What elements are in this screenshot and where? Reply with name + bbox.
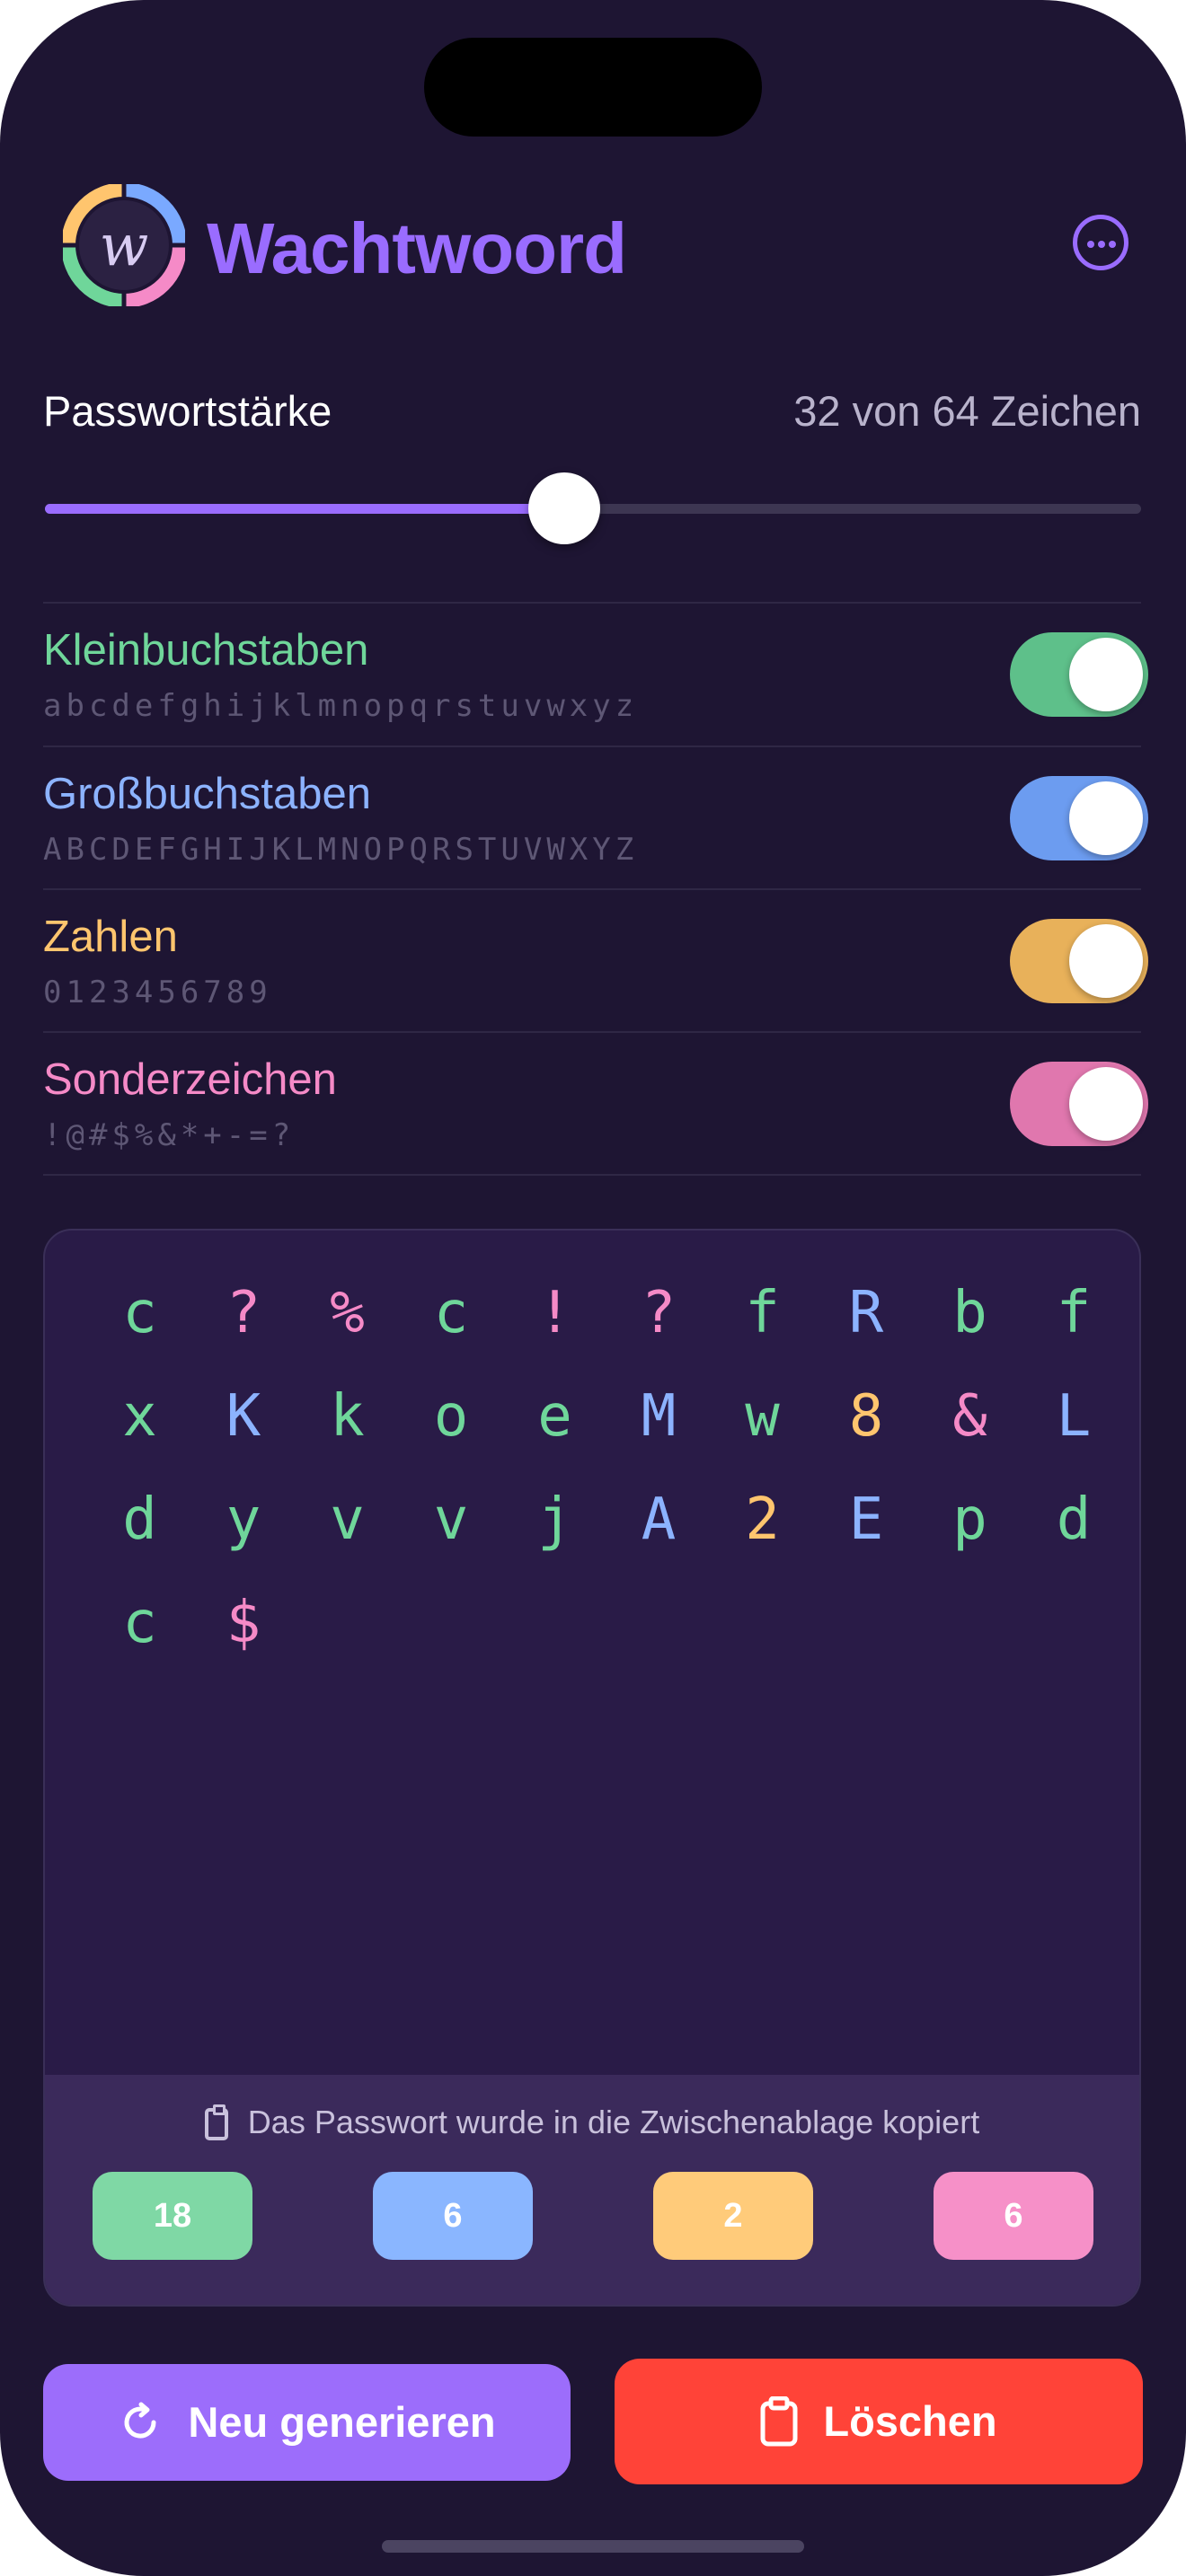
count-badge-uppercase: 6 (373, 2172, 533, 2260)
password-display[interactable]: c?% c!? f Rb f x Kk o e Mw 8 & Ld y v v j A 2 Ep d c $ Das Pas… (43, 1229, 1141, 2307)
numbers-toggle[interactable] (1010, 919, 1148, 1003)
more-dot-icon (1098, 241, 1105, 248)
slider-fill (45, 504, 565, 514)
count-badge-symbols: 6 (934, 2172, 1093, 2260)
option-chars: 0123456789 (43, 975, 272, 1010)
divider (43, 1174, 1141, 1176)
password-char: ? (641, 1280, 677, 1346)
option-symbols: Sonderzeichen !@#$%&*+-=? (43, 1033, 1148, 1175)
password-char: d (1056, 1486, 1092, 1553)
uppercase-toggle[interactable] (1010, 776, 1148, 860)
password-char: ! (537, 1280, 572, 1346)
delete-label: Löschen (823, 2397, 997, 2445)
copied-text: Das Passwort wurde in die Zwischenablage… (247, 2104, 980, 2140)
count-badge-lowercase: 18 (93, 2172, 252, 2260)
toggle-knob (1069, 924, 1143, 998)
option-lowercase: Kleinbuchstaben abcdefghijklmnopqrstuvwx… (43, 604, 1148, 745)
slider-thumb[interactable] (528, 472, 601, 544)
option-title: Großbuchstaben (43, 770, 371, 818)
refresh-icon (124, 2402, 156, 2439)
password-char: x (122, 1383, 157, 1450)
header: w Wachtwoord (63, 184, 1141, 310)
count-badge-numbers: 2 (653, 2172, 813, 2260)
password-char: p (952, 1486, 987, 1553)
password-char: j (537, 1486, 572, 1553)
more-dot-icon (1087, 241, 1094, 248)
password-char: & (952, 1383, 987, 1450)
option-chars: abcdefghijklmnopqrstuvwxyz (43, 688, 639, 724)
password-char: e (537, 1383, 572, 1450)
password-char: $ (226, 1590, 261, 1656)
dynamic-island (424, 38, 762, 137)
password-char: o (433, 1383, 469, 1450)
password-char: K (226, 1383, 261, 1450)
option-title: Kleinbuchstaben (43, 626, 369, 675)
password-char: L (1056, 1383, 1092, 1450)
lowercase-toggle[interactable] (1010, 632, 1148, 717)
strength-value: 32 von 64 Zeichen (793, 387, 1141, 435)
app-screen: w Wachtwoord Passwortstärke 32 von 64 Ze… (0, 0, 1186, 2576)
svg-text:w: w (100, 213, 149, 279)
strength-label: Passwortstärke (43, 387, 332, 435)
option-uppercase: Großbuchstaben ABCDEFGHIJKLMNOPQRSTUVWXY… (43, 747, 1148, 889)
toggle-knob (1069, 781, 1143, 855)
regenerate-button[interactable]: Neu generieren (43, 2364, 571, 2481)
clipboard-icon (204, 2104, 228, 2140)
option-chars: ABCDEFGHIJKLMNOPQRSTUVWXYZ (43, 832, 639, 868)
more-dot-icon (1109, 241, 1116, 248)
clipboard-icon (760, 2395, 798, 2447)
option-chars: !@#$%&*+-=? (43, 1117, 296, 1153)
password-char: y (226, 1486, 261, 1553)
password-char: A (641, 1486, 677, 1553)
delete-button[interactable]: Löschen (615, 2359, 1143, 2484)
password-char: v (330, 1486, 365, 1553)
password-footer: Das Passwort wurde in die Zwischenablage… (45, 2075, 1139, 2305)
password-char: c (122, 1590, 157, 1656)
option-numbers: Zahlen 0123456789 (43, 890, 1148, 1032)
regenerate-label: Neu generieren (188, 2398, 496, 2446)
password-char: f (1056, 1280, 1092, 1346)
password-char: c (122, 1280, 157, 1346)
more-options-button[interactable] (1073, 215, 1128, 270)
toggle-knob (1069, 638, 1143, 711)
password-char: c (433, 1280, 469, 1346)
password-char: M (641, 1383, 677, 1450)
length-slider[interactable] (45, 472, 1141, 544)
symbols-toggle[interactable] (1010, 1062, 1148, 1146)
password-char: % (330, 1280, 365, 1346)
toggle-knob (1069, 1067, 1143, 1141)
password-char: 2 (745, 1486, 780, 1553)
password-char: 8 (848, 1383, 884, 1450)
password-char: k (330, 1383, 365, 1450)
app-logo: w (63, 184, 185, 306)
option-title: Zahlen (43, 913, 178, 961)
copied-message: Das Passwort wurde in die Zwischenablage… (45, 2104, 1139, 2141)
password-char: f (745, 1280, 780, 1346)
app-title: Wachtwoord (207, 208, 627, 288)
password-char: d (122, 1486, 157, 1553)
password-char: b (952, 1280, 987, 1346)
password-char: E (848, 1486, 884, 1553)
password-char: w (745, 1383, 780, 1450)
password-char: ? (226, 1280, 261, 1346)
password-char: R (848, 1280, 884, 1346)
option-title: Sonderzeichen (43, 1055, 337, 1104)
password-char: v (433, 1486, 469, 1553)
home-indicator (382, 2540, 804, 2553)
